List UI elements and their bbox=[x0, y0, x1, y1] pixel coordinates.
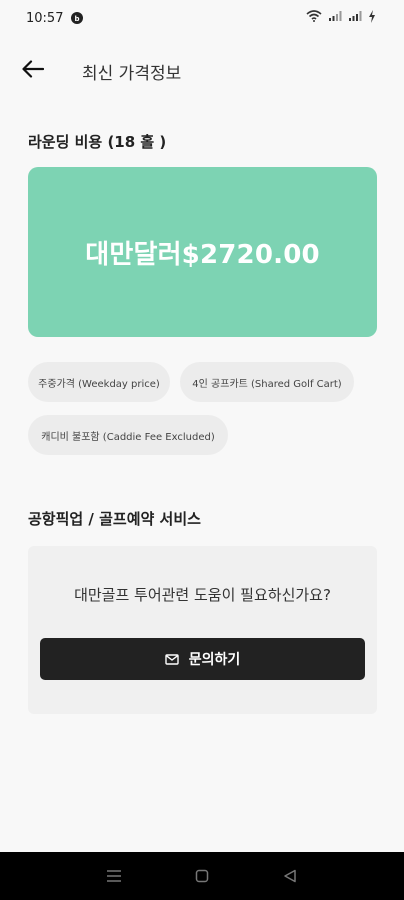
price-value: 대만달러$2720.00 bbox=[85, 239, 320, 270]
status-time: 10:57 bbox=[26, 10, 64, 26]
back-icon bbox=[284, 869, 296, 883]
header: 최신 가격정보 bbox=[0, 48, 404, 90]
home-icon bbox=[195, 869, 209, 883]
signal-icon bbox=[328, 10, 342, 26]
status-left: 10:57 b bbox=[26, 10, 84, 26]
chip-label: 4인 공프카트 (Shared Golf Cart) bbox=[192, 378, 342, 390]
charging-icon bbox=[368, 9, 376, 27]
signal-icon-2 bbox=[348, 10, 362, 26]
page-title: 최신 가격정보 bbox=[82, 64, 182, 84]
nav-back-button[interactable] bbox=[278, 864, 302, 888]
inquiry-question: 대만골프 투어관련 도움이 필요하신가요? bbox=[74, 586, 331, 604]
inquiry-button-label: 문의하기 bbox=[188, 652, 241, 668]
status-right bbox=[306, 9, 376, 27]
rounding-section-title: 라운딩 비용 (18 홀 ) bbox=[28, 133, 167, 151]
svg-text:b: b bbox=[75, 15, 80, 22]
mail-icon bbox=[165, 653, 179, 665]
chip-label: 캐디비 불포함 (Caddie Fee Excluded) bbox=[41, 431, 215, 443]
wifi-icon bbox=[306, 10, 322, 26]
nav-menu-button[interactable] bbox=[102, 864, 126, 888]
status-bar: 10:57 b bbox=[0, 0, 404, 36]
chip-caddie-fee-excluded: 캐디비 불포함 (Caddie Fee Excluded) bbox=[28, 415, 228, 455]
chip-shared-golf-cart: 4인 공프카트 (Shared Golf Cart) bbox=[180, 362, 354, 402]
nav-home-button[interactable] bbox=[190, 864, 214, 888]
chip-label: 주중가격 (Weekday price) bbox=[38, 378, 160, 390]
screen: 10:57 b 최신 가격정보 라운딩 비용 (18 홀) 대만달러$2720… bbox=[0, 0, 404, 900]
inquiry-button[interactable]: 문의하기 bbox=[40, 638, 365, 680]
app-badge-icon: b bbox=[71, 12, 84, 24]
price-card: 대만달러$2720.00 bbox=[28, 167, 377, 337]
chip-weekday-price: 주중가격 (Weekday price) bbox=[28, 362, 170, 402]
inquiry-card: 대만골프 투어관련 도움이 필요하신가요? 문의하기 bbox=[28, 546, 377, 714]
back-button[interactable] bbox=[20, 56, 46, 82]
service-section-title: 공항픽업 / 골프예약 서비스 bbox=[28, 510, 201, 528]
arrow-left-icon bbox=[22, 60, 44, 78]
system-nav-bar bbox=[0, 852, 404, 900]
menu-icon bbox=[107, 870, 121, 882]
